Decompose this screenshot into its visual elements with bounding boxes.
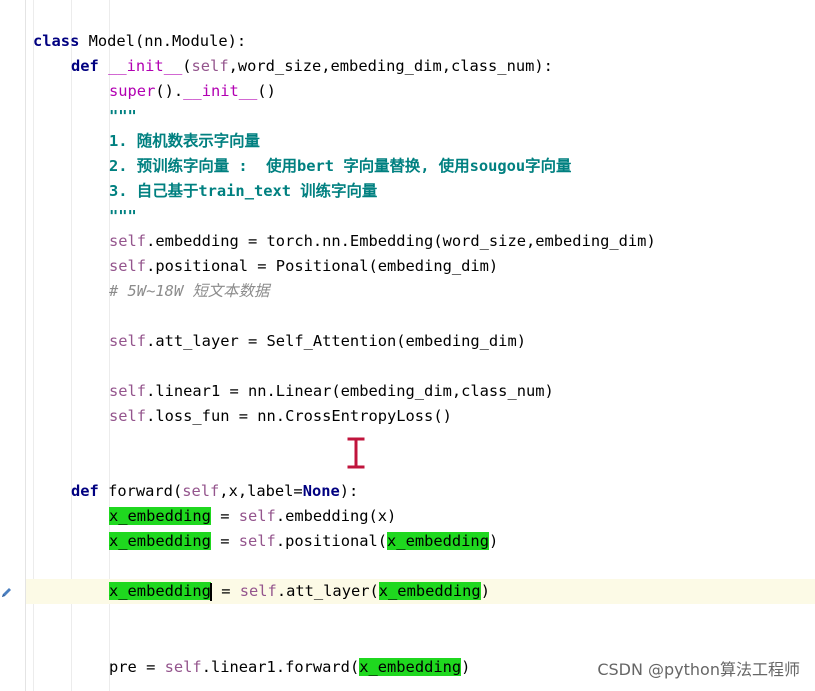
code-text: .embedding(x) bbox=[275, 507, 397, 525]
keyword: def bbox=[71, 482, 99, 500]
docstring-line[interactable]: """ bbox=[109, 104, 137, 129]
docstring-line[interactable]: """ bbox=[109, 204, 137, 229]
keyword: None bbox=[302, 482, 340, 500]
self-keyword: self bbox=[109, 232, 147, 250]
code-line[interactable]: def __init__(self,word_size,embeding_dim… bbox=[71, 54, 553, 79]
code-text: Model(nn.Module): bbox=[79, 32, 247, 50]
code-line[interactable]: self.loss_fun = nn.CrossEntropyLoss() bbox=[109, 404, 452, 429]
code-text: .linear1.forward( bbox=[201, 658, 360, 676]
keyword: def bbox=[71, 57, 99, 75]
self-keyword: self bbox=[182, 482, 220, 500]
code-line[interactable]: self.att_layer = Self_Attention(embeding… bbox=[109, 329, 526, 354]
code-text: .positional( bbox=[275, 532, 388, 550]
code-line[interactable]: def forward(self,x,label=None): bbox=[71, 479, 358, 504]
code-text: (). bbox=[155, 82, 184, 100]
code-text: ) bbox=[488, 532, 499, 550]
highlighted-identifier: x_embedding bbox=[109, 532, 211, 550]
self-keyword: self bbox=[191, 57, 229, 75]
code-text: = bbox=[210, 507, 239, 525]
code-line[interactable]: x_embedding = self.embedding(x) bbox=[109, 504, 396, 529]
code-text: = bbox=[211, 582, 240, 600]
code-line[interactable]: pre = self.linear1.forward(x_embedding) bbox=[109, 655, 470, 680]
code-text: forward( bbox=[98, 482, 183, 500]
self-keyword: self bbox=[238, 507, 276, 525]
code-text: ) bbox=[461, 658, 471, 676]
keyword: class bbox=[33, 32, 80, 50]
self-keyword: self bbox=[239, 582, 277, 600]
code-text: pre = bbox=[109, 658, 165, 676]
dunder-name: __init__ bbox=[183, 82, 258, 100]
code-text: .linear1 = nn.Linear(embeding_dim,class_… bbox=[146, 382, 554, 400]
code-line[interactable]: self.linear1 = nn.Linear(embeding_dim,cl… bbox=[109, 379, 554, 404]
self-keyword: self bbox=[109, 257, 147, 275]
watermark: CSDN @python算法工程师 bbox=[597, 660, 800, 679]
highlighted-identifier: x_embedding bbox=[359, 658, 462, 676]
code-line[interactable]: self.embedding = torch.nn.Embedding(word… bbox=[109, 229, 656, 254]
code-text: () bbox=[257, 82, 276, 100]
highlighted-identifier: x_embedding bbox=[109, 582, 211, 600]
self-keyword: self bbox=[109, 382, 147, 400]
self-keyword: self bbox=[109, 407, 147, 425]
comment-line[interactable]: # 5W~18W 短文本数据 bbox=[109, 279, 269, 304]
docstring-line[interactable]: 3. 自己基于train_text 训练字向量 bbox=[109, 179, 377, 204]
docstring-line[interactable]: 1. 随机数表示字向量 bbox=[109, 129, 260, 154]
code-line[interactable]: class Model(nn.Module): bbox=[33, 29, 246, 54]
dunder-name: __init__ bbox=[108, 57, 183, 75]
highlighted-identifier: x_embedding bbox=[378, 582, 481, 600]
code-line[interactable]: x_embedding = self.att_layer(x_embedding… bbox=[109, 579, 490, 604]
code-line[interactable]: super().__init__() bbox=[109, 79, 276, 104]
pencil-icon[interactable] bbox=[0, 585, 12, 599]
code-text: .loss_fun = nn.CrossEntropyLoss() bbox=[146, 407, 452, 425]
code-line[interactable]: self.positional = Positional(embeding_di… bbox=[109, 254, 498, 279]
code-line[interactable]: x_embedding = self.positional(x_embeddin… bbox=[109, 529, 498, 554]
text-cursor-icon bbox=[346, 437, 366, 469]
code-text: .positional = Positional(embeding_dim) bbox=[146, 257, 499, 275]
code-text: .embedding = torch.nn.Embedding(word_siz… bbox=[146, 232, 656, 250]
code-text: ( bbox=[182, 57, 192, 75]
code-editor[interactable]: class Model(nn.Module): def __init__(sel… bbox=[0, 0, 815, 691]
code-text: ): bbox=[339, 482, 359, 500]
code-text: ,word_size,embeding_dim,class_num): bbox=[228, 57, 553, 75]
highlighted-identifier: x_embedding bbox=[109, 507, 211, 525]
docstring-line[interactable]: 2. 预训练字向量 : 使用bert 字向量替换, 使用sougou字向量 bbox=[109, 154, 571, 179]
code-text: .att_layer( bbox=[276, 582, 379, 600]
code-text: = bbox=[210, 532, 239, 550]
code-text: .att_layer = Self_Attention(embeding_dim… bbox=[146, 332, 526, 350]
builtin-name: super bbox=[109, 82, 156, 100]
code-text: ,x,label= bbox=[219, 482, 303, 500]
self-keyword: self bbox=[238, 532, 276, 550]
self-keyword: self bbox=[164, 658, 202, 676]
code-text: ) bbox=[480, 582, 490, 600]
self-keyword: self bbox=[109, 332, 147, 350]
highlighted-identifier: x_embedding bbox=[387, 532, 489, 550]
